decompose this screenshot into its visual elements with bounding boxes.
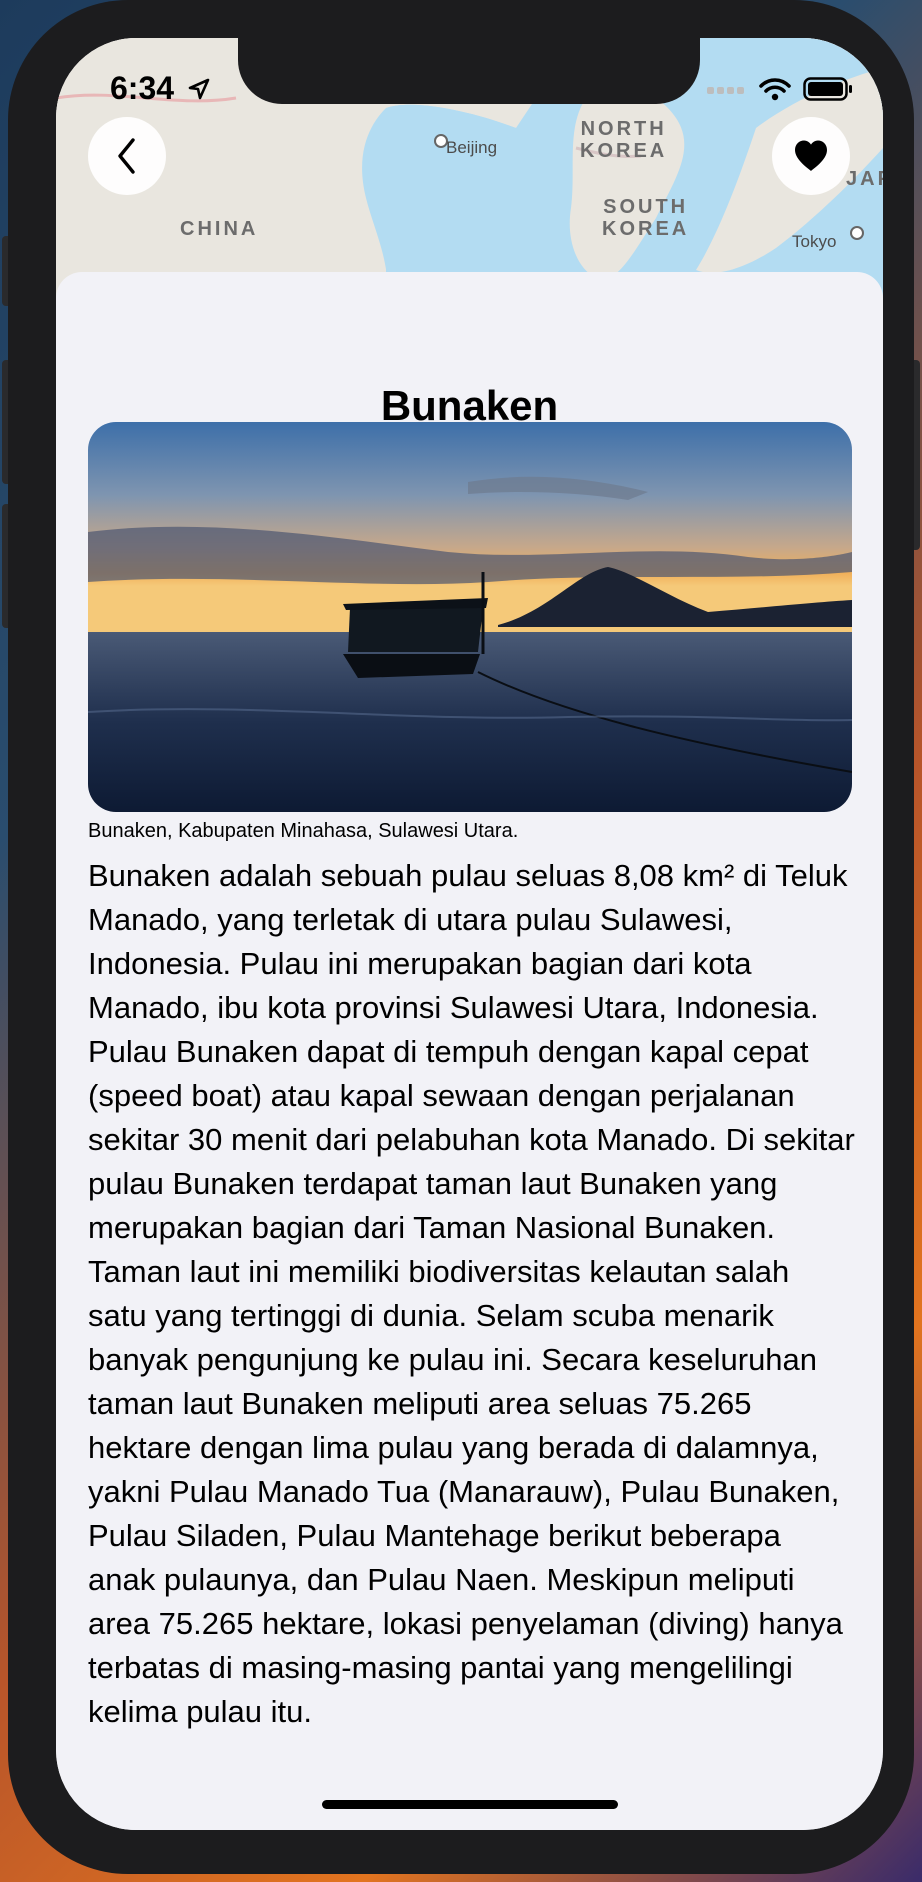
phone-frame: CHINA NORTH KOREA SOUTH KOREA JAPA Beiji… [8,0,914,1874]
home-indicator[interactable] [322,1800,618,1809]
location-arrow-icon [188,78,210,100]
map-label-south-korea: SOUTH KOREA [602,196,690,240]
map-city-beijing: Beijing [446,138,498,157]
place-photo [88,422,852,812]
notch [238,38,700,104]
map-label-japan: JAPA [846,168,883,190]
screen: CHINA NORTH KOREA SOUTH KOREA JAPA Beiji… [56,38,883,1830]
wifi-icon [759,78,791,101]
photo-caption: Bunaken, Kabupaten Minahasa, Sulawesi Ut… [88,820,519,842]
status-indicators [707,76,853,102]
detail-sheet: Bunaken Bunaken, Kabupaten Minahasa, Sul… [56,272,883,1830]
sunset-boat-photo [88,422,852,812]
chevron-left-icon [118,138,135,174]
heart-filled-icon [795,140,827,171]
map-label-north-korea: NORTH KOREA [580,118,668,162]
map-city-tokyo: Tokyo [792,232,837,251]
favorite-button[interactable] [772,117,850,195]
back-button[interactable] [88,117,166,195]
place-description: Bunaken adalah sebuah pulau seluas 8,08 … [88,858,855,1729]
city-dot-tokyo [850,226,864,240]
map-label-china: CHINA [180,218,259,240]
cellular-signal-icon [707,87,744,94]
status-time: 6:34 [110,70,175,106]
battery-icon [803,77,852,101]
